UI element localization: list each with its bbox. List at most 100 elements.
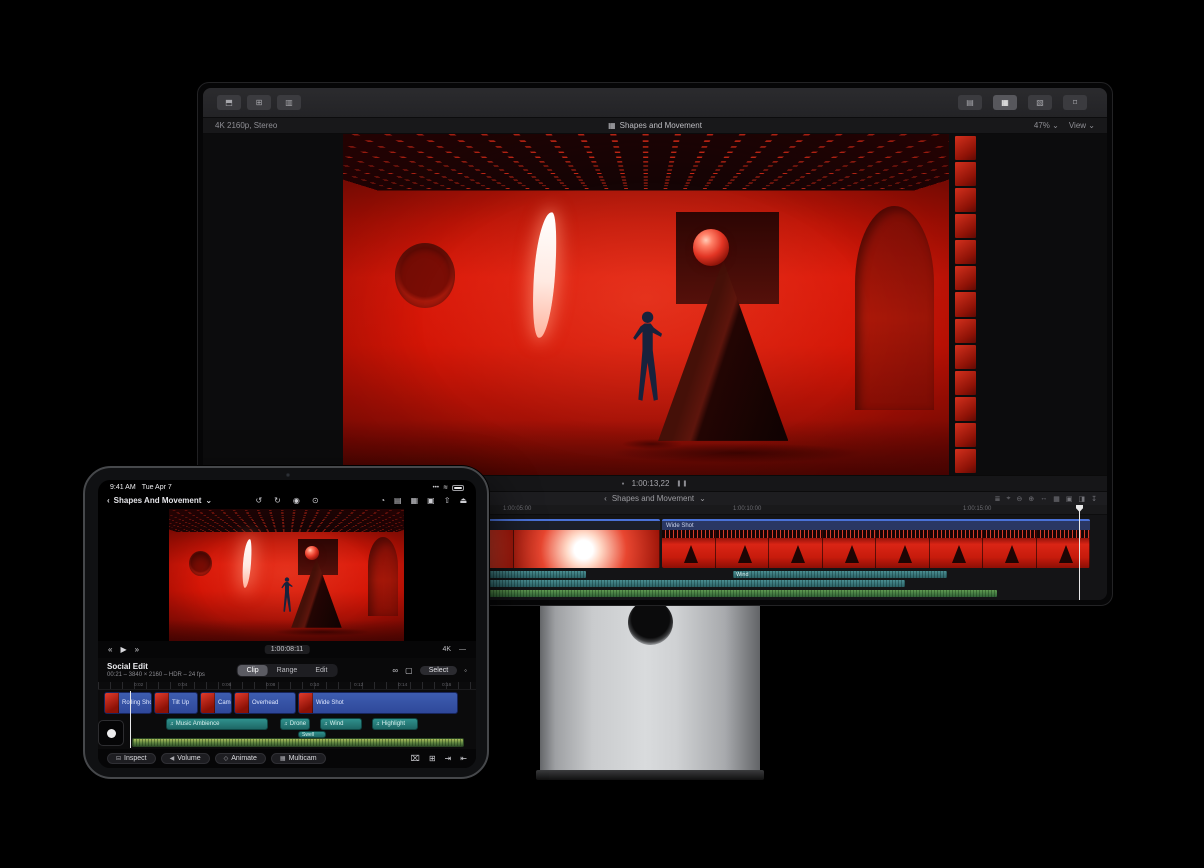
ipad-clip-camera[interactable]: Camera: [200, 692, 232, 714]
playhead[interactable]: [1079, 505, 1080, 600]
mode-clip-button[interactable]: Clip: [237, 664, 268, 676]
ipad-clip-wide-shot[interactable]: Wide Shot: [298, 692, 458, 714]
overwrite-icon[interactable]: ↔: [1040, 495, 1047, 503]
trash-icon[interactable]: ⌧: [411, 754, 420, 763]
video-red-room-scene: [343, 134, 949, 475]
mode-edit-button[interactable]: Edit: [306, 665, 336, 676]
frame-icon[interactable]: ▢: [405, 666, 413, 675]
cellular-icon: •••: [432, 484, 439, 491]
timecode-display: 1:00:13,22: [631, 479, 670, 488]
ipad-audio-drone[interactable]: ♫ Drone: [280, 718, 310, 730]
date-label: Tue Apr 7: [141, 484, 172, 491]
ipad-audio-music-ambience[interactable]: ♫ Music Ambience: [166, 718, 268, 730]
timeline-project-menu[interactable]: Shapes and Movement: [612, 494, 694, 503]
quality-badge[interactable]: 4K: [442, 646, 451, 653]
import-media-button[interactable]: ⬒: [217, 95, 241, 110]
skimmer-icon: ●: [621, 480, 625, 487]
timeline-clip-wide-shot[interactable]: Wide Shot: [662, 519, 1090, 568]
chevron-down-icon: ⌄: [1052, 121, 1059, 130]
ipad-player-controls: « ▶ » 1:00:08:11 4K —: [98, 641, 476, 658]
select-button[interactable]: Select: [419, 665, 458, 675]
edit-mode-segmented-control: Clip Range Edit: [236, 663, 338, 677]
ipad-clip-tilt-up[interactable]: Tilt Up: [154, 692, 198, 714]
effects-button[interactable]: ▥: [277, 95, 301, 110]
project-title-menu[interactable]: Shapes And Movement: [114, 496, 202, 505]
redo-icon[interactable]: ↻: [274, 496, 281, 505]
zoom-level-menu[interactable]: 47% ⌄: [1034, 121, 1059, 130]
timeline-back-button[interactable]: ‹: [604, 494, 607, 503]
layout-timeline-icon: ▦: [1001, 98, 1009, 107]
voiceover-icon[interactable]: ◉: [293, 496, 300, 505]
ipad-timeline-ruler[interactable]: 0:02 0:04 0:06 0:08 0:10 0:12 0:14 0:16: [98, 682, 476, 690]
tool-icon[interactable]: ⌖: [1007, 495, 1011, 503]
play-icon[interactable]: ▶: [120, 645, 126, 654]
insert-icon[interactable]: ⊕: [1028, 495, 1034, 503]
more-icon[interactable]: ◦: [464, 666, 467, 675]
inspect-button[interactable]: ⊟ Inspect: [107, 753, 156, 764]
wifi-icon: ≋: [442, 485, 448, 491]
jog-wheel[interactable]: [98, 720, 124, 746]
ruler-label: 1:00:05:00: [503, 506, 532, 512]
mode-range-button[interactable]: Range: [268, 665, 307, 676]
overlay-icon[interactable]: ⊞: [429, 754, 436, 763]
skimming-icon[interactable]: ◨: [1079, 495, 1086, 503]
previous-frame-icon[interactable]: «: [108, 645, 112, 654]
animate-button[interactable]: ◇ Animate: [214, 753, 266, 764]
clip-appearance-icon[interactable]: ▣: [1066, 495, 1073, 503]
clock-label: 9:41 AM: [110, 484, 136, 491]
browser-button[interactable]: ⊞: [247, 95, 271, 110]
chevron-down-icon: ⌄: [1088, 121, 1095, 130]
layout-timeline-toggle[interactable]: ▦: [993, 95, 1017, 110]
viewer-info-bar: 4K 2160p, Stereo ▦ Shapes and Movement 4…: [203, 118, 1107, 134]
loop-icon[interactable]: ∞: [392, 666, 398, 675]
ipad-audio-swell[interactable]: Swell: [298, 731, 326, 738]
inspect-icon: ⊟: [116, 756, 122, 762]
export-icon[interactable]: ⇧: [444, 496, 451, 505]
layout-browser-toggle[interactable]: ▤: [958, 95, 982, 110]
layout-inspector-toggle[interactable]: ▧: [1028, 95, 1052, 110]
view-menu[interactable]: View ⌄: [1069, 121, 1095, 130]
ipad-clip-rolling-shot[interactable]: Rolling Shot: [104, 692, 152, 714]
index-icon[interactable]: ≣: [995, 495, 1001, 503]
minimize-icon[interactable]: —: [459, 646, 466, 653]
scene-vignette: [343, 134, 949, 475]
ipad-camera: [286, 473, 290, 477]
browser-icon[interactable]: ▤: [394, 496, 402, 505]
insert-left-icon[interactable]: ⇤: [460, 754, 467, 763]
ipad-music-track[interactable]: [132, 738, 464, 747]
note-icon: ♫: [284, 721, 288, 727]
viewer: [203, 134, 1107, 475]
timer-icon[interactable]: ◔: [380, 496, 385, 505]
clip-format-label: 4K 2160p, Stereo: [215, 121, 278, 130]
ruler-label: 1:00:10:00: [733, 506, 762, 512]
multicam-button[interactable]: ▦ Multicam: [270, 753, 326, 764]
battery-icon: [452, 484, 464, 491]
clip-name-label: Wide Shot: [666, 522, 694, 529]
ipad-timeline[interactable]: 0:02 0:04 0:06 0:08 0:10 0:12 0:14 0:16 …: [98, 682, 476, 749]
back-button[interactable]: ‹: [107, 496, 110, 505]
import-icon: ⬒: [225, 98, 233, 107]
ipad-bottom-toolbar: ⊟ Inspect ◀ Volume ◇ Animate ▦ Multicam …: [98, 749, 476, 768]
undo-icon[interactable]: ↺: [255, 496, 262, 505]
trim-icon[interactable]: ⊖: [1017, 495, 1023, 503]
share-button[interactable]: ⌑: [1063, 95, 1087, 110]
clip-thumbnail: [235, 693, 249, 713]
eject-icon[interactable]: ⏏: [459, 496, 467, 505]
apps-icon[interactable]: ▦: [411, 496, 419, 505]
audio-clip-wind[interactable]: Wind: [733, 571, 947, 578]
timeline-project-name: Social Edit: [107, 662, 148, 671]
media-icon[interactable]: ▣: [427, 496, 435, 505]
ipad-audio-highlight[interactable]: ♫ Highlight: [372, 718, 418, 730]
layout-inspector-icon: ▧: [1036, 98, 1044, 107]
ipad-status-bar: 9:41 AM Tue Apr 7 ••• ≋: [98, 480, 476, 492]
ipad-audio-wind[interactable]: ♫ Wind: [320, 718, 362, 730]
record-icon[interactable]: ⊙: [312, 496, 319, 505]
volume-button[interactable]: ◀ Volume: [160, 753, 210, 764]
grid-icon[interactable]: ▦: [1053, 495, 1060, 503]
ipad-clip-overhead[interactable]: Overhead: [234, 692, 296, 714]
ipad-playhead[interactable]: [130, 691, 131, 748]
snapping-icon[interactable]: ↧: [1091, 495, 1097, 503]
insert-right-icon[interactable]: ⇥: [445, 754, 452, 763]
pause-icon[interactable]: ❚❚: [676, 480, 688, 487]
next-frame-icon[interactable]: »: [135, 645, 139, 654]
